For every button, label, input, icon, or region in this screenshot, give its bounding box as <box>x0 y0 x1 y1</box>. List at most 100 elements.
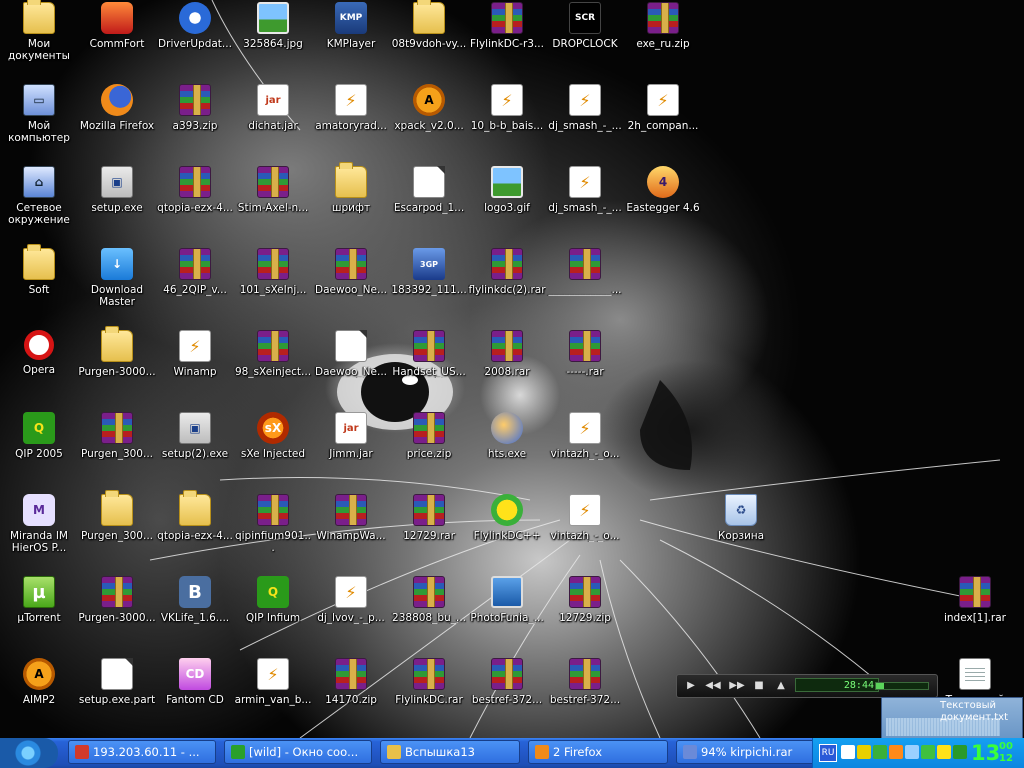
desktop-icon[interactable]: ⚡ dj_smash_-_... <box>546 84 624 164</box>
desktop-icon[interactable]: A AIMP2 <box>0 658 78 738</box>
taskbar-button[interactable]: 193.203.60.11 - ... <box>68 740 216 764</box>
taskbar-button[interactable]: 94% kirpichi.rar <box>676 740 816 764</box>
desktop-icon[interactable]: KMP KMPlayer <box>312 2 390 82</box>
desktop-icon[interactable]: 98_sXeinject... <box>234 330 312 410</box>
desktop-icon[interactable]: Axpack_v2.0... <box>390 84 468 164</box>
desktop-icon[interactable]: Daewoo_Ne... <box>312 330 390 410</box>
desktop-icon[interactable]: PhotoFunia_... <box>468 576 546 656</box>
desktop-icon[interactable]: ⚡ vintazh_-_o... <box>546 412 624 492</box>
eject-icon[interactable]: ▲ <box>771 677 791 695</box>
desktop-icon[interactable]: hts.exe <box>468 412 546 492</box>
desktop-icon[interactable]: qtopia-ezx-4... <box>156 490 234 574</box>
desktop-icon[interactable]: 238808_bu_... <box>390 576 468 656</box>
desktop-icon[interactable]: flylinkdc(2).rar <box>468 248 546 328</box>
desktop-icon[interactable]: CommFort <box>78 2 156 82</box>
taskbar-button[interactable]: [wild] - Окно соо... <box>224 740 372 764</box>
desktop-icon[interactable]: 46_2QIP_v... <box>156 248 234 328</box>
desktop-icon[interactable]: DriverUpdat... <box>156 2 234 82</box>
desktop-icon[interactable]: Мои документы <box>0 0 78 82</box>
desktop-icon[interactable]: ⌂ Сетевое окружение <box>0 166 78 246</box>
tray-app-icon[interactable] <box>953 745 967 759</box>
desktop-icon[interactable]: CD Fantom CD <box>156 658 234 738</box>
desktop-icon[interactable]: setup.exe.part <box>78 658 156 738</box>
desktop-icon[interactable]: SCR DROPCLOCK <box>546 2 624 82</box>
tray-app-icon[interactable] <box>921 745 935 759</box>
play-icon[interactable]: ▶ <box>681 677 701 695</box>
player-volume[interactable] <box>875 682 929 690</box>
desktop-icon[interactable]: exe_ru.zip <box>624 2 702 82</box>
desktop-icon[interactable]: Q QIP Infium <box>234 576 312 656</box>
tray-clock[interactable]: 13 00 12 <box>971 740 1023 766</box>
next-icon[interactable]: ▶▶ <box>727 677 747 695</box>
desktop-icon[interactable]: Soft <box>0 244 78 328</box>
desktop-icon[interactable]: ↓ Download Master <box>78 248 156 328</box>
desktop-icon[interactable]: ♻ Корзина <box>702 494 780 574</box>
desktop-icon[interactable]: logo3.gif <box>468 166 546 246</box>
desktop-icon[interactable]: qtopia-ezx-4... <box>156 166 234 246</box>
media-player-mini[interactable]: ▶ ◀◀ ▶▶ ■ ▲ 28:44 <box>676 674 938 698</box>
desktop-icon[interactable]: ⚡ Winamp <box>156 330 234 410</box>
desktop-icon[interactable]: B VKLife_1.6.... <box>156 576 234 656</box>
desktop-icon[interactable]: шрифт <box>312 162 390 246</box>
stop-icon[interactable]: ■ <box>749 677 769 695</box>
tray-app-icon[interactable] <box>873 745 887 759</box>
desktop-icon[interactable]: a393.zip <box>156 84 234 164</box>
prev-icon[interactable]: ◀◀ <box>703 677 723 695</box>
desktop-icon[interactable]: FlylinkDC-r3... <box>468 2 546 82</box>
desktop-icon[interactable]: Q QIP 2005 <box>0 412 78 492</box>
desktop-icon[interactable]: ⚡ dj_lvov_-_p... <box>312 576 390 656</box>
taskbar-button[interactable]: 2 Firefox <box>528 740 668 764</box>
desktop-icon[interactable]: ⚡ 10_b-b_bais... <box>468 84 546 164</box>
desktop-icon[interactable]: Escarpod_1... <box>390 166 468 246</box>
desktop-icon[interactable]: Purgen-3000... <box>78 326 156 410</box>
desktop-icon[interactable]: Purgen_300... <box>78 490 156 574</box>
desktop-icon[interactable]: qipinfium901... <box>234 494 312 574</box>
desktop-icon[interactable]: ⚡ dj_smash_-_... <box>546 166 624 246</box>
desktop-icon[interactable]: index[1].rar <box>936 576 1014 656</box>
start-button[interactable] <box>0 738 58 768</box>
desktop-icon[interactable]: price.zip <box>390 412 468 492</box>
desktop-icon[interactable]: WinampWa... <box>312 494 390 574</box>
desktop-icon[interactable]: 14170.zip <box>312 658 390 738</box>
desktop-icon[interactable]: 12729.zip <box>546 576 624 656</box>
desktop-icon[interactable]: µ µTorrent <box>0 576 78 656</box>
desktop-icon[interactable]: ⚡ amatoryrad... <box>312 84 390 164</box>
desktop-icon[interactable]: Opera <box>0 330 78 410</box>
desktop-icon[interactable]: ▣ setup.exe <box>78 166 156 246</box>
desktop-icon[interactable]: sX sXe Injected <box>234 412 312 492</box>
desktop-icon[interactable]: ____________... <box>546 248 624 328</box>
desktop-icon[interactable]: Stim-Axel-n... <box>234 166 312 246</box>
desktop-icon[interactable]: 12729.rar <box>390 494 468 574</box>
desktop-icon[interactable]: FlylinkDC++ <box>468 494 546 574</box>
desktop-icon[interactable]: Mozilla Firefox <box>78 84 156 164</box>
language-indicator[interactable]: RU <box>819 744 837 762</box>
desktop-icon[interactable]: bestref-372... <box>546 658 624 738</box>
desktop-icon[interactable]: Purgen_300... <box>78 412 156 492</box>
desktop-icon[interactable]: 2008.rar <box>468 330 546 410</box>
tray-app-icon[interactable] <box>937 745 951 759</box>
desktop-icon[interactable]: 325864.jpg <box>234 2 312 82</box>
desktop-icon[interactable]: bestref-372... <box>468 658 546 738</box>
tray-app-icon[interactable] <box>905 745 919 759</box>
desktop-icon[interactable]: 3GP 183392_111... <box>390 248 468 328</box>
desktop-icon[interactable]: jar Jimm.jar <box>312 412 390 492</box>
desktop-icon[interactable]: ⚡ armin_van_b... <box>234 658 312 738</box>
desktop-icon[interactable]: ▣ setup(2).exe <box>156 412 234 492</box>
desktop-icon[interactable]: M Miranda IM HierOS P... <box>0 494 78 574</box>
tray-app-icon[interactable] <box>857 745 871 759</box>
desktop-icon[interactable]: ⚡ 2h_compan... <box>624 84 702 164</box>
desktop-icon[interactable]: FlylinkDC.rar <box>390 658 468 738</box>
desktop-icon[interactable]: jar dichat.jar <box>234 84 312 164</box>
desktop-icon[interactable]: Handset_US... <box>390 330 468 410</box>
desktop-icon[interactable]: -----.rar <box>546 330 624 410</box>
desktop-icon[interactable]: 4 Eastegger 4.6 <box>624 166 702 246</box>
desktop-icon[interactable]: 101_sXeInj... <box>234 248 312 328</box>
desktop-icon[interactable]: Daewoo_Ne... <box>312 248 390 328</box>
tray-app-icon[interactable] <box>889 745 903 759</box>
desktop-icon[interactable]: ▭ Мой компьютер <box>0 84 78 164</box>
tray-app-icon[interactable] <box>841 745 855 759</box>
taskbar-button[interactable]: Вспышка13 <box>380 740 520 764</box>
desktop-icon[interactable]: Purgen-3000... <box>78 576 156 656</box>
desktop-icon[interactable]: 08t9vdoh-vy... <box>390 0 468 82</box>
desktop-icon[interactable]: ⚡ vintazh_-_o... <box>546 494 624 574</box>
